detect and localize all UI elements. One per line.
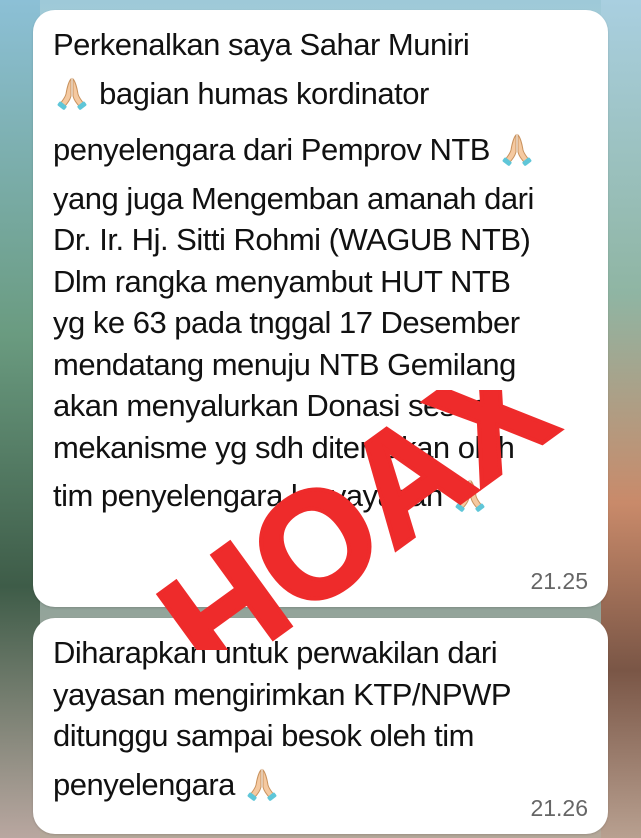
message-line-with-emoji: tim penyelengara ke yayasan — [53, 468, 590, 524]
message-line: Diharapkan untuk perwakilan dari — [53, 635, 498, 670]
message-line-with-emoji: penyelengara dari Pemprov NTB — [53, 122, 590, 178]
message-line-with-emoji: bagian humas kordinator — [53, 66, 590, 122]
message-line: Dlm rangka menyambut HUT NTB — [53, 263, 511, 299]
folded-hands-icon — [57, 77, 87, 110]
message-line-text: penyelengara dari Pemprov NTB — [53, 131, 490, 167]
message-line: akan menyalurkan Donasi sesuai — [53, 388, 495, 423]
folded-hands-icon — [455, 479, 485, 512]
message-line: mekanisme yg sdh ditentukan oleh — [53, 429, 515, 465]
message-line: Dr. Ir. Hj. Sitti Rohmi (WAGUB NTB) — [53, 222, 531, 257]
message-line: yayasan mengirimkan KTP/NPWP — [53, 676, 512, 712]
message-line-text: bagian humas kordinator — [99, 75, 429, 111]
message-text: Perkenalkan saya Sahar Muniri bagian hum… — [53, 24, 590, 524]
message-line-text: tim penyelengara ke yayasan — [53, 478, 443, 513]
message-line: Perkenalkan saya Sahar Muniri — [53, 27, 470, 62]
chat-message-bubble[interactable]: Perkenalkan saya Sahar Muniri bagian hum… — [33, 10, 608, 607]
message-line-text: penyelengara — [53, 766, 235, 802]
message-line: yg ke 63 pada tnggal 17 Desember — [53, 305, 520, 340]
message-line: yang juga Mengemban amanah dari — [53, 180, 534, 216]
message-timestamp: 21.25 — [530, 568, 588, 594]
chat-message-bubble[interactable]: Diharapkan untuk perwakilan dari yayasan… — [33, 618, 608, 834]
message-line: mendatang menuju NTB Gemilang — [53, 346, 516, 382]
message-line: ditunggu sampai besok oleh tim — [53, 718, 474, 753]
message-text: Diharapkan untuk perwakilan dari yayasan… — [53, 632, 590, 813]
folded-hands-icon — [502, 133, 532, 166]
message-line-with-emoji: penyelengara — [53, 757, 590, 813]
folded-hands-icon — [247, 768, 277, 801]
message-timestamp: 21.26 — [530, 795, 588, 821]
